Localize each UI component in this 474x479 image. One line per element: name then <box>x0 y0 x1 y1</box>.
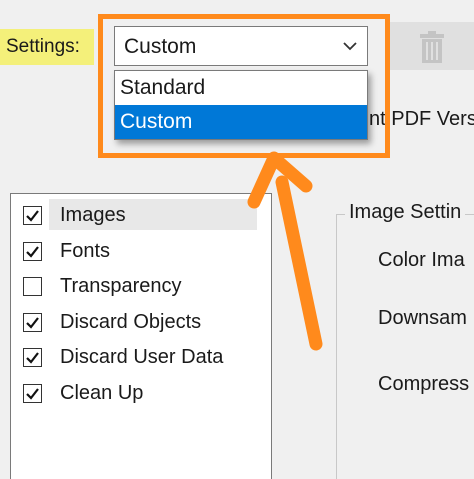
list-item-label: Fonts <box>60 240 111 262</box>
check-icon <box>26 352 39 364</box>
discard-objects-checkbox[interactable] <box>23 313 42 332</box>
discard-user-data-checkbox[interactable] <box>23 348 42 367</box>
settings-dropdown-list: Standard Custom <box>114 70 368 140</box>
chevron-down-icon <box>343 42 357 51</box>
check-icon <box>26 210 39 222</box>
option-standard[interactable]: Standard <box>115 71 367 105</box>
transparency-checkbox[interactable] <box>23 277 42 296</box>
list-item-label: Clean Up <box>60 382 144 404</box>
color-images-label: Color Ima <box>378 249 465 271</box>
check-icon <box>26 388 39 400</box>
settings-combobox[interactable]: Custom <box>114 26 368 66</box>
option-custom[interactable]: Custom <box>115 105 367 139</box>
list-item-discard-user-data[interactable]: Discard User Data <box>11 340 271 374</box>
category-list: Images Fonts Transparency Discard Object… <box>10 193 272 479</box>
list-item-label: Discard User Data <box>60 346 224 368</box>
list-item-label: Discard Objects <box>60 311 202 333</box>
pdf-optimizer-window: Settings: Custom nt PDF Vers Standard Cu… <box>0 0 474 479</box>
settings-combobox-value: Custom <box>124 35 197 58</box>
image-settings-title: Image Settin <box>345 201 466 224</box>
compatibility-label: nt PDF Vers <box>369 108 474 130</box>
list-item-images[interactable]: Images <box>11 198 271 232</box>
list-item-clean-up[interactable]: Clean Up <box>11 376 271 410</box>
list-item-label: Transparency <box>60 275 182 297</box>
images-checkbox[interactable] <box>23 206 42 225</box>
check-icon <box>26 246 39 258</box>
settings-label: Settings: <box>0 29 94 65</box>
trash-icon <box>420 31 444 63</box>
check-icon <box>26 317 39 329</box>
list-item-discard-objects[interactable]: Discard Objects <box>11 305 271 339</box>
list-item-fonts[interactable]: Fonts <box>11 234 271 268</box>
delete-settings-button[interactable] <box>390 22 474 70</box>
clean-up-checkbox[interactable] <box>23 384 42 403</box>
list-item-label: Images <box>60 204 126 226</box>
fonts-checkbox[interactable] <box>23 242 42 261</box>
downsample-label: Downsam <box>378 307 467 329</box>
list-item-transparency[interactable]: Transparency <box>11 269 271 303</box>
compression-label: Compress <box>378 373 470 395</box>
